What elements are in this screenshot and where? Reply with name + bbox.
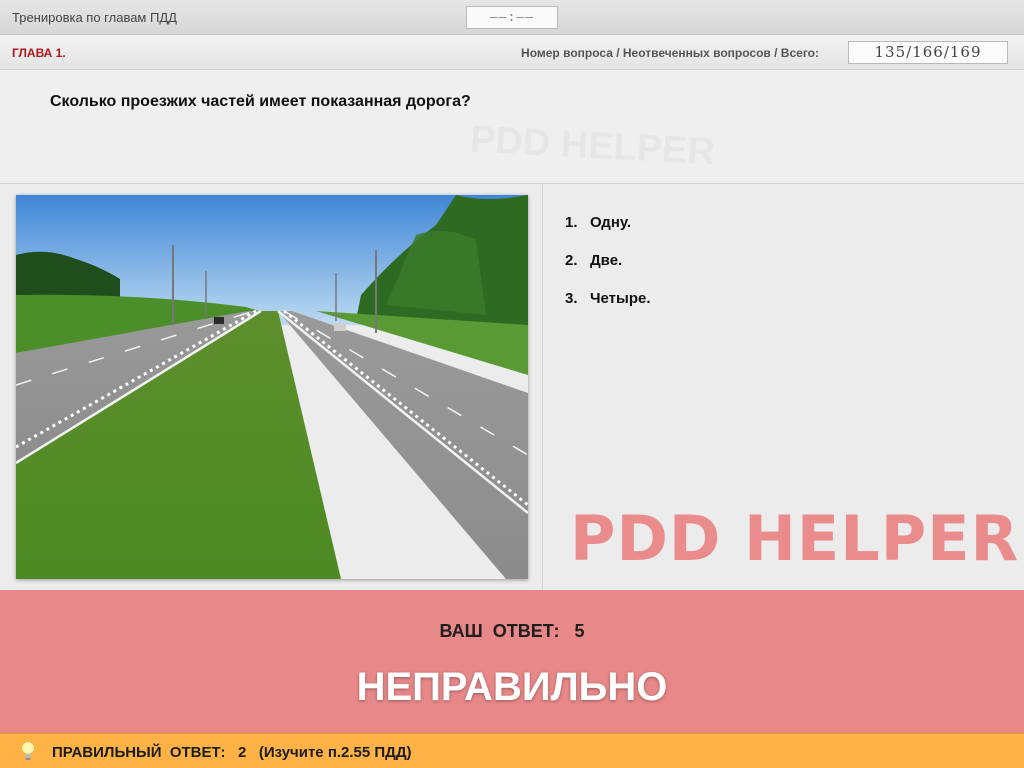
question-counter: 135/166/169 xyxy=(848,41,1008,64)
answer-text: Одну. xyxy=(590,214,632,231)
image-panel xyxy=(0,184,543,590)
answer-option-3[interactable]: 3. Четыре. xyxy=(565,290,651,328)
question-area: Сколько проезжих частей имеет показанная… xyxy=(0,70,1024,184)
verdict-label: НЕПРАВИЛЬНО xyxy=(356,665,668,709)
correct-answer-text: ПРАВИЛЬНЫЙ ОТВЕТ: 2 (Изучите п.2.55 ПДД) xyxy=(52,744,412,761)
answer-number: 2. xyxy=(565,252,578,269)
answer-text: Четыре. xyxy=(590,290,651,307)
answer-option-2[interactable]: 2. Две. xyxy=(565,252,651,290)
pdd-helper-watermark: PDD HELPER xyxy=(570,502,1020,575)
content-area: 1. Одну. 2. Две. 3. Четыре. PDD HELPER xyxy=(0,184,1024,590)
answer-option-1[interactable]: 1. Одну. xyxy=(565,214,651,252)
answer-text: Две. xyxy=(590,252,623,269)
correct-answer-bar: ПРАВИЛЬНЫЙ ОТВЕТ: 2 (Изучите п.2.55 ПДД) xyxy=(0,733,1024,768)
question-text: Сколько проезжих частей имеет показанная… xyxy=(50,93,471,110)
answer-number: 1. xyxy=(565,214,578,231)
title-bar: Тренировка по главам ПДД ——:—— xyxy=(0,0,1024,35)
timer-display: ——:—— xyxy=(466,6,558,29)
background-watermark-faded: PDD HELPER xyxy=(469,119,716,175)
result-panel: ВАШ ОТВЕТ: 5 НЕПРАВИЛЬНО xyxy=(0,590,1024,733)
road-photo xyxy=(16,195,528,579)
answer-number: 3. xyxy=(565,290,578,307)
lightbulb-icon xyxy=(20,740,36,760)
app-title: Тренировка по главам ПДД xyxy=(12,10,177,25)
answer-list: 1. Одну. 2. Две. 3. Четыре. xyxy=(565,214,651,328)
chapter-label: ГЛАВА 1. xyxy=(12,46,66,60)
question-info-bar: ГЛАВА 1. Номер вопроса / Неотвеченных во… xyxy=(0,35,1024,70)
question-counter-label: Номер вопроса / Неотвеченных вопросов / … xyxy=(521,46,819,60)
your-answer-label: ВАШ ОТВЕТ: 5 xyxy=(439,621,585,641)
